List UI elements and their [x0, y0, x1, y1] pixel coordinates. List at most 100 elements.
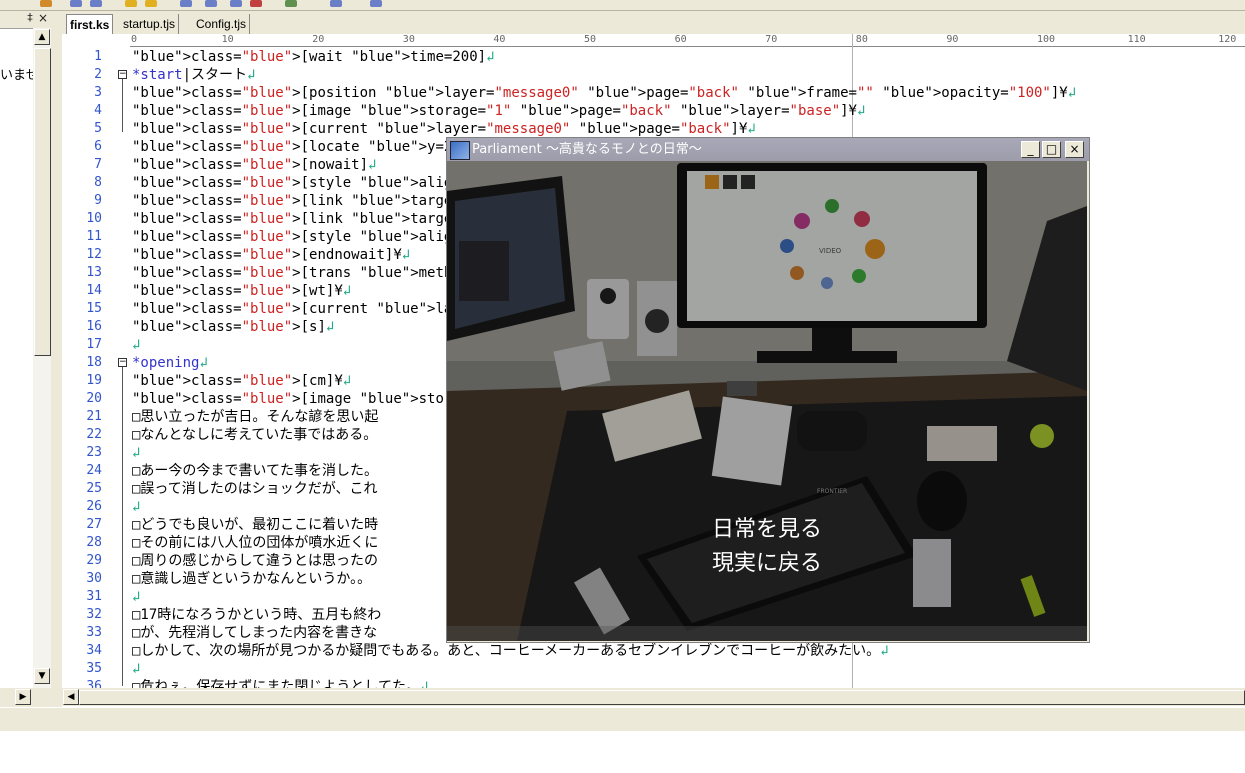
- line-number: 16: [86, 319, 102, 334]
- line-number: 35: [86, 661, 102, 676]
- line-number: 10: [86, 211, 102, 226]
- line-number: 32: [86, 607, 102, 622]
- fold-toggle-icon[interactable]: −: [118, 70, 127, 79]
- toolbar-icon[interactable]: [145, 0, 157, 7]
- game-canvas[interactable]: VIDEO FRONTIER 日常を見る 現実に戻る: [447, 161, 1087, 641]
- fold-toggle-icon[interactable]: −: [118, 358, 127, 367]
- fold-guide: [122, 78, 123, 132]
- line-number: 31: [86, 589, 102, 604]
- line-number: 29: [86, 553, 102, 568]
- ruler-tick-label: 100: [1037, 34, 1056, 45]
- line-number: 24: [86, 463, 102, 478]
- menu-link-see-daily[interactable]: 日常を見る: [447, 511, 1087, 543]
- code-line[interactable]: "blue">class="blue">[s]↲: [132, 318, 334, 336]
- line-number: 34: [86, 643, 102, 658]
- ruler-tick-label: 120: [1218, 34, 1237, 45]
- line-number: 25: [86, 481, 102, 496]
- ruler-tick-label: 40: [493, 34, 506, 45]
- code-line[interactable]: "blue">class="blue">[endnowait]¥↲: [132, 246, 410, 264]
- line-number: 26: [86, 499, 102, 514]
- ruler-tick-label: 50: [584, 34, 597, 45]
- toolbar-icon[interactable]: [285, 0, 297, 7]
- line-number: 8: [94, 175, 102, 190]
- line-number: 21: [86, 409, 102, 424]
- line-number: 1: [94, 49, 102, 64]
- ruler-tick-label: 30: [402, 34, 415, 45]
- code-line[interactable]: ↲: [132, 498, 140, 516]
- code-line[interactable]: "blue">class="blue">[wait "blue">time=20…: [132, 48, 495, 66]
- code-line[interactable]: □しかして、次の場所が見つかるか疑問でもある。あと、コーヒーメーカーあるセブンイ…: [132, 642, 889, 660]
- code-line[interactable]: ↲: [132, 444, 140, 462]
- ruler-tick-label: 70: [765, 34, 778, 45]
- scroll-down-button[interactable]: ▼: [34, 668, 50, 684]
- scroll-up-button[interactable]: ▲: [34, 29, 50, 45]
- toolbar-icon[interactable]: [90, 0, 102, 7]
- line-number: 23: [86, 445, 102, 460]
- toolbar-icon[interactable]: [250, 0, 262, 7]
- code-line[interactable]: □周りの感じからして違うとは思ったの: [132, 552, 378, 570]
- line-number: 7: [94, 157, 102, 172]
- ruler-tick-label: 110: [1127, 34, 1146, 45]
- code-line[interactable]: *start|スタート↲: [132, 66, 255, 84]
- ruler-tick-label: 0: [131, 34, 138, 45]
- line-number: 3: [94, 85, 102, 100]
- toolbar-icon[interactable]: [125, 0, 137, 7]
- line-number: 30: [86, 571, 102, 586]
- toolbar-icon[interactable]: [40, 0, 52, 7]
- ruler-tick-label: 90: [946, 34, 959, 45]
- line-number: 33: [86, 625, 102, 640]
- tab-config-tjs[interactable]: Config.tjs: [193, 14, 251, 34]
- scroll-right-button[interactable]: ▶: [15, 689, 31, 705]
- toolbar-icon[interactable]: [230, 0, 242, 7]
- menu-link-return-reality[interactable]: 現実に戻る: [447, 545, 1087, 577]
- game-menu: 日常を見る 現実に戻る: [447, 161, 1087, 641]
- toolbar-icon[interactable]: [330, 0, 342, 7]
- minimize-button[interactable]: _: [1021, 141, 1040, 158]
- code-line[interactable]: □どうでも良いが、最初ここに着いた時: [132, 516, 378, 534]
- horizontal-scroll-thumb[interactable]: [79, 690, 1245, 705]
- status-bar: [0, 707, 1245, 731]
- line-number: 6: [94, 139, 102, 154]
- line-number: 17: [86, 337, 102, 352]
- code-line[interactable]: "blue">class="blue">[cm]¥↲: [132, 372, 351, 390]
- code-line[interactable]: "blue">class="blue">[wt]¥↲: [132, 282, 351, 300]
- tab-startup-tjs[interactable]: startup.tjs: [120, 14, 180, 34]
- code-line[interactable]: □誤って消したのはショックだが、これ: [132, 480, 377, 498]
- toolbar-icon[interactable]: [370, 0, 382, 7]
- code-line[interactable]: "blue">class="blue">[nowait]↲: [132, 156, 376, 174]
- line-number: 28: [86, 535, 102, 550]
- fold-guide: [122, 366, 123, 686]
- ruler-tick-label: 80: [855, 34, 868, 45]
- line-number: 20: [86, 391, 102, 406]
- code-line[interactable]: ↲: [132, 660, 140, 678]
- game-window-title: Parliament ～高貴なるモノとの日常～: [472, 142, 702, 157]
- code-line[interactable]: "blue">class="blue">[image "blue">storag…: [132, 102, 865, 120]
- code-line[interactable]: "blue">class="blue">[position "blue">lay…: [132, 84, 1076, 102]
- close-button[interactable]: ×: [1065, 141, 1084, 158]
- code-line[interactable]: "blue">class="blue">[current "blue">laye…: [132, 120, 756, 138]
- scroll-left-button[interactable]: ◀: [63, 689, 79, 705]
- line-number: 9: [94, 193, 102, 208]
- left-pane-list[interactable]: [0, 28, 33, 689]
- code-line[interactable]: ↲: [132, 336, 140, 354]
- toolbar-icon[interactable]: [205, 0, 217, 7]
- ruler-tick-label: 10: [221, 34, 234, 45]
- line-number: 15: [86, 301, 102, 316]
- maximize-button[interactable]: □: [1042, 141, 1061, 158]
- line-number: 19: [86, 373, 102, 388]
- close-pane-icon[interactable]: ×: [37, 11, 49, 25]
- app-icon: [450, 141, 470, 160]
- toolbar-icon[interactable]: [70, 0, 82, 7]
- pin-icon[interactable]: ‡: [24, 11, 36, 25]
- code-line[interactable]: ↲: [132, 588, 140, 606]
- code-line[interactable]: □思い立ったが吉日。そんな諺を思い起: [132, 408, 378, 426]
- line-number: 4: [94, 103, 102, 118]
- line-number: 13: [86, 265, 102, 280]
- tab-first-ks[interactable]: first.ks: [66, 14, 114, 35]
- code-line[interactable]: □が、先程消してしまった内容を書きな: [132, 624, 377, 642]
- code-line[interactable]: "blue">class="blue">[locate "blue">y=260…: [132, 138, 494, 156]
- toolbar-icon[interactable]: [180, 0, 192, 7]
- code-line[interactable]: *opening↲: [132, 354, 208, 372]
- code-line[interactable]: □意識し過ぎというかなんというか。。: [132, 570, 371, 588]
- scroll-thumb[interactable]: [34, 48, 51, 356]
